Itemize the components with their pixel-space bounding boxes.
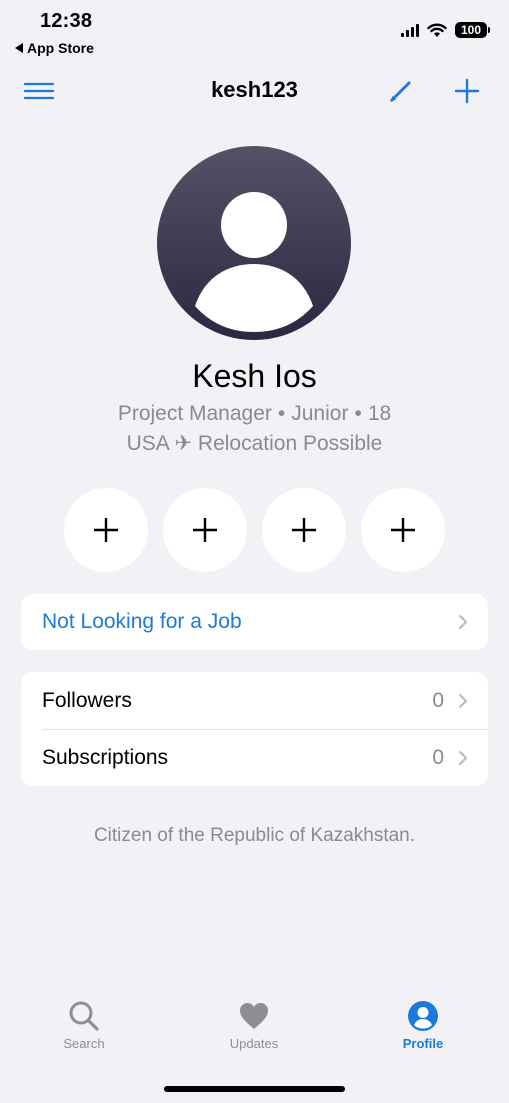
subscriptions-count: 0 <box>432 746 444 769</box>
wifi-icon <box>427 23 447 37</box>
citizenship-note: Citizen of the Republic of Kazakhstan. <box>93 825 416 846</box>
tab-search[interactable]: Search <box>24 1000 144 1051</box>
pencil-icon <box>390 81 411 102</box>
home-indicator[interactable] <box>164 1086 345 1092</box>
subscriptions-row[interactable]: Subscriptions 0 <box>21 730 488 786</box>
followers-label: Followers <box>42 688 132 712</box>
chevron-right-icon <box>459 693 467 708</box>
plus-icon <box>454 78 480 104</box>
nav-title: kesh123 <box>211 77 298 102</box>
search-icon <box>69 1001 99 1031</box>
job-status-row[interactable]: Not Looking for a Job <box>21 594 488 650</box>
followers-count: 0 <box>432 688 444 712</box>
add-button[interactable] <box>452 76 482 106</box>
back-triangle-icon <box>15 43 23 53</box>
edit-profile-button[interactable] <box>386 76 416 106</box>
tab-updates[interactable]: Updates <box>194 1000 314 1051</box>
plus-icon <box>391 518 415 542</box>
status-time: 12:38 <box>40 10 93 32</box>
separator-dot: • <box>277 402 286 425</box>
avatar[interactable] <box>157 146 351 340</box>
followers-row[interactable]: Followers 0 <box>21 672 488 729</box>
profile-details: Project Manager • Junior • 18 <box>0 402 509 426</box>
profile-age: 18 <box>367 402 392 425</box>
chevron-right-icon <box>459 751 467 765</box>
job-status-card[interactable]: Not Looking for a Job <box>21 594 488 650</box>
cellular-signal-icon <box>401 23 419 37</box>
profile-icon <box>408 1001 438 1031</box>
profile-name: Kesh Ios <box>192 358 317 394</box>
profile-location: USA ✈ Relocation Possible <box>126 432 383 455</box>
add-item-button[interactable] <box>163 488 247 572</box>
tab-profile[interactable]: Profile <box>363 1000 483 1051</box>
profile-level: Junior <box>291 402 349 425</box>
add-item-button[interactable] <box>361 488 445 572</box>
add-item-button[interactable] <box>262 488 346 572</box>
tab-updates-label: Updates <box>229 1036 279 1051</box>
person-placeholder-icon <box>195 192 313 332</box>
stats-card: Followers 0 Subscriptions 0 <box>21 672 488 786</box>
plus-icon <box>193 518 217 542</box>
separator-dot: • <box>354 402 362 425</box>
status-indicators: 100 <box>401 22 490 38</box>
plus-icon <box>94 518 118 542</box>
chevron-right-icon <box>459 615 467 629</box>
tab-search-label: Search <box>63 1036 105 1051</box>
battery-indicator: 100 <box>455 22 490 38</box>
subscriptions-label: Subscriptions <box>42 746 169 769</box>
tab-profile-label: Profile <box>402 1036 444 1051</box>
back-to-app-store[interactable]: App Store <box>15 40 94 56</box>
heart-icon <box>240 1003 268 1029</box>
back-app-label: App Store <box>27 40 94 56</box>
profile-role: Project Manager <box>117 402 272 425</box>
plus-icon <box>292 518 316 542</box>
job-status-label: Not Looking for a Job <box>42 610 242 633</box>
add-item-button[interactable] <box>64 488 148 572</box>
